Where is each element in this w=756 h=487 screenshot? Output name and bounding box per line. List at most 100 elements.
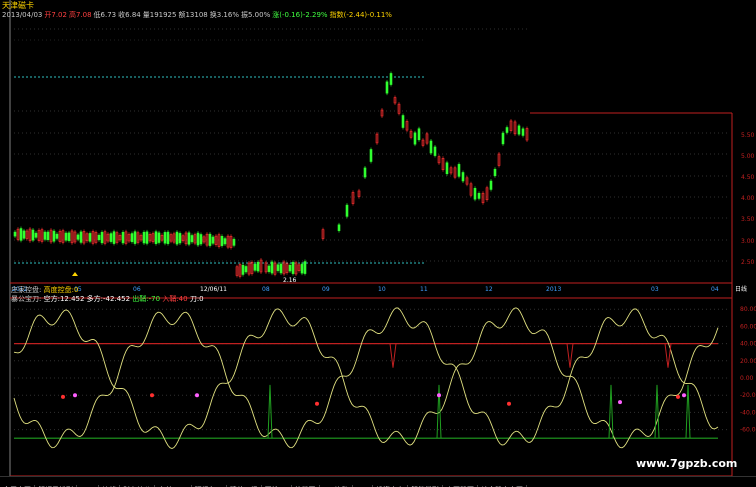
signal-marker xyxy=(195,393,199,398)
candle-body xyxy=(31,229,35,241)
date-label: 04 xyxy=(711,286,719,293)
date-marker-icon xyxy=(72,272,78,276)
candle-body xyxy=(196,232,200,246)
candle-body xyxy=(413,132,417,145)
candle-body xyxy=(154,231,158,244)
osc-tick-label: 0.00 xyxy=(740,375,754,382)
candle-body xyxy=(385,81,389,94)
candle-body xyxy=(270,261,274,274)
quote-item-8: 振5.00% xyxy=(241,11,271,19)
indicator-2-item-4: 刀:0 xyxy=(187,295,204,303)
candle-body xyxy=(133,231,137,244)
chart-screen: 5.50 5.00 4.50 4.00 3.50 3.00 2.50 2012 05 06 12/0… xyxy=(0,0,756,487)
candle-body xyxy=(109,233,113,242)
date-label: 12 xyxy=(485,286,493,293)
quote-item-4: 收6.84 xyxy=(118,11,141,19)
candle-body xyxy=(34,232,38,238)
osc-tick-label: 40.00 xyxy=(740,341,756,348)
candle-body xyxy=(220,236,224,246)
osc-tick-label: -40.00 xyxy=(740,409,756,416)
candle-body xyxy=(175,231,179,245)
candle-body xyxy=(300,263,304,274)
indicator-2-item-2: 出鞘:-70 xyxy=(130,295,161,303)
candle-body xyxy=(112,231,116,244)
date-label: 2013 xyxy=(546,286,561,293)
candle-body xyxy=(43,231,47,240)
candle-body xyxy=(445,162,449,175)
watermark: www.7gpzb.com xyxy=(636,457,738,470)
osc-tick-label: 20.00 xyxy=(740,358,756,365)
entry-spike xyxy=(436,384,442,439)
osc-tick-label: 80.00 xyxy=(740,306,756,313)
candle-body xyxy=(521,128,525,136)
price-tick-label: 3.00 xyxy=(741,238,755,245)
candle-body xyxy=(130,233,134,242)
signal-marker xyxy=(618,400,622,405)
candle-body xyxy=(67,232,71,241)
price-tick-label: 4.00 xyxy=(741,195,755,202)
date-label: 12/06/11 xyxy=(200,286,227,293)
candle-body xyxy=(55,233,59,239)
price-tick-label: 5.50 xyxy=(741,132,755,139)
candle-body xyxy=(417,128,421,141)
indicator-1-header: 庄家控盘: 高度控盘:0 xyxy=(11,286,78,295)
candle-body xyxy=(501,132,505,145)
signal-marker xyxy=(73,393,77,398)
candle-body xyxy=(208,233,212,246)
date-label: 09 xyxy=(322,286,330,293)
candle-body xyxy=(288,264,292,272)
indicator-2-name: 暴公宝刀: xyxy=(11,295,42,303)
indicator-1-name: 庄家控盘: xyxy=(11,286,42,294)
candle-body xyxy=(187,232,191,245)
candle-body xyxy=(145,231,149,244)
candle-body xyxy=(52,230,56,242)
candle-body xyxy=(473,188,477,200)
quote-item-6: 额13108 xyxy=(178,11,208,19)
osc-tick-label: -60.00 xyxy=(740,427,756,434)
quote-item-3: 低6.73 xyxy=(93,11,117,19)
candle-body xyxy=(232,238,236,246)
signal-marker xyxy=(315,401,319,406)
price-tick-label: 4.50 xyxy=(741,174,755,181)
date-label: 06 xyxy=(133,286,141,293)
indicator-1-value: 0 xyxy=(73,286,79,294)
quote-item-5: 量191925 xyxy=(142,11,177,19)
entry-spike xyxy=(685,384,691,439)
candle-body xyxy=(157,232,161,243)
osc-tick-label: 60.00 xyxy=(740,323,756,330)
candle-body xyxy=(121,231,125,244)
candle-body xyxy=(256,261,260,272)
indicator-2-item-1: 多方:-42.452 xyxy=(84,295,131,303)
quote-line: 2013/04/03 开7.02 高7.08 低6.73 收6.84 量191925 额13… xyxy=(2,11,394,20)
signal-marker xyxy=(150,393,154,398)
signal-marker xyxy=(61,394,65,399)
indicator-1-label: 高度控盘: xyxy=(43,286,74,294)
signal-marker xyxy=(676,394,680,399)
exit-spike xyxy=(389,343,397,368)
stock-name: 天津磁卡 xyxy=(2,1,34,10)
candle-body xyxy=(369,149,373,162)
indicator-2-header: 暴公宝刀: 空方:12.452 多方:-42.452 出鞘:-70 入鞘:40 … xyxy=(11,295,204,304)
price-tick-label: 5.00 xyxy=(741,153,755,160)
indicator-2-item-0: 空方:12.452 xyxy=(43,295,85,303)
indicator-tab-bar: 全屏大图解幅风排列MA2均线财务均价大单M2X研报各五精总五报图绘01外量图KD… xyxy=(0,476,756,487)
candle-body xyxy=(493,168,497,177)
signal-marker xyxy=(682,393,686,398)
candle-body xyxy=(199,234,203,245)
quote-item-2: 高7.08 xyxy=(68,11,92,19)
date-label: 11 xyxy=(420,286,428,293)
candle-body xyxy=(22,230,26,239)
candle-body xyxy=(241,264,245,275)
corner-label: 日线 xyxy=(735,285,747,293)
candle-body xyxy=(363,167,367,178)
quote-item-7: 换3.16% xyxy=(209,11,239,19)
candle-body xyxy=(303,261,307,274)
entry-spike xyxy=(654,384,660,439)
candle-body xyxy=(244,266,248,273)
candle-body xyxy=(477,193,481,199)
entry-spike xyxy=(267,384,273,439)
candle-body xyxy=(163,232,167,244)
candle-body xyxy=(389,73,393,85)
price-chart[interactable]: 5.505.004.504.003.503.002.502012 05 06 12/0… xyxy=(0,0,756,487)
exit-spike xyxy=(566,343,574,368)
